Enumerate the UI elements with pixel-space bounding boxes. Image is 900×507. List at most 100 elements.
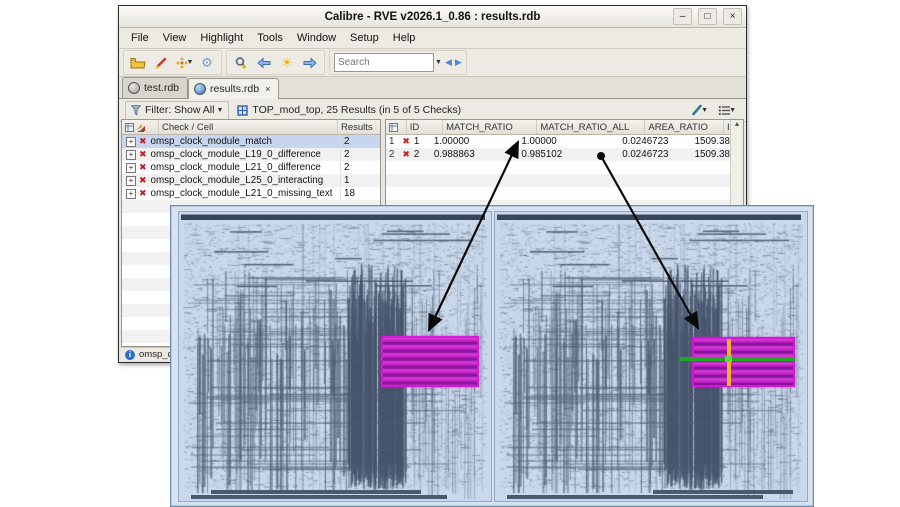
info-icon: i	[125, 349, 135, 360]
layout-view-right[interactable]	[494, 211, 808, 502]
highlight-pen-menu[interactable]: ▼	[691, 104, 708, 116]
row-number: 1	[389, 136, 395, 147]
check-name: omsp_clock_module_L19_0_difference	[150, 149, 321, 160]
result-id: 1	[413, 136, 420, 147]
layout-top-rail	[497, 214, 801, 220]
fail-x-icon: ✖	[139, 149, 147, 159]
menu-highlight[interactable]: Highlight	[194, 30, 249, 46]
fail-x-icon: ✖	[402, 149, 410, 159]
expand-icon[interactable]: +	[126, 149, 136, 160]
arrow-right-icon	[303, 56, 317, 69]
area-ratio-value: 0.0246723	[622, 136, 669, 147]
check-row[interactable]: + ✖ omsp_clock_module_L21_0_missing_text …	[122, 187, 380, 200]
settings-gear-button[interactable]: ⚙	[197, 53, 217, 72]
result-row[interactable]: 1 ✖ 1 1.00000 1.00000 0.0246723 1509.38	[386, 135, 730, 148]
tab-close-icon[interactable]: ×	[265, 84, 270, 94]
expand-icon[interactable]: +	[126, 136, 136, 147]
col-match-ratio[interactable]: MATCH_RATIO	[443, 120, 538, 134]
check-name: omsp_clock_module_match	[150, 136, 272, 147]
area-ratio-value: 0.0246723	[622, 149, 669, 160]
green-marker-line	[680, 357, 795, 361]
pen-menu-caret: ▼	[701, 106, 709, 114]
check-row[interactable]: + ✖ omsp_clock_module_L21_0_difference 2	[122, 161, 380, 174]
maximize-button[interactable]: □	[698, 8, 717, 25]
search-group: ▼ ◀ ▶	[329, 50, 467, 75]
expand-icon[interactable]: +	[126, 162, 136, 173]
menu-window[interactable]: Window	[291, 30, 342, 46]
check-result-count: 2	[340, 149, 380, 160]
yellow-marker-line	[727, 339, 731, 386]
check-name: omsp_clock_module_L25_0_interacting	[150, 175, 324, 186]
layout-top-rail	[181, 214, 485, 220]
check-name: omsp_clock_module_L21_0_difference	[150, 162, 321, 173]
ip-ar-value: 1509.38	[694, 136, 730, 147]
menu-tools[interactable]: Tools	[251, 30, 289, 46]
title-bar[interactable]: Calibre - RVE v2026.1_0.86 : results.rdb…	[119, 6, 746, 28]
open-folder-button[interactable]	[128, 53, 148, 72]
col-area-ratio[interactable]: AREA_RATIO	[645, 120, 724, 134]
check-row[interactable]: + ✖ omsp_clock_module_L25_0_interacting 1	[122, 174, 380, 187]
summary-text: TOP_mod_top, 25 Results (in 5 of 5 Check…	[252, 104, 462, 116]
menu-help[interactable]: Help	[387, 30, 422, 46]
search-next-icon[interactable]: ▶	[455, 57, 462, 68]
sun-icon: ☀	[281, 54, 293, 70]
sort-color-icon	[137, 123, 145, 132]
database-icon	[128, 82, 140, 94]
check-name: omsp_clock_module_L21_0_missing_text	[150, 188, 333, 199]
match-highlight-region[interactable]	[692, 337, 795, 387]
check-result-count: 2	[340, 136, 380, 147]
folder-icon	[130, 57, 146, 68]
highlight-all-button[interactable]: ☀	[277, 53, 297, 72]
prev-result-button[interactable]	[254, 53, 274, 72]
expand-icon[interactable]: +	[126, 188, 136, 199]
ip-ar-value: 1509.38	[694, 149, 730, 160]
fail-x-icon: ✖	[402, 136, 410, 146]
tab-test-rdb[interactable]: test.rdb	[122, 77, 189, 98]
tab-results-rdb[interactable]: results.rdb ×	[188, 78, 280, 99]
filter-label: Filter: Show All	[145, 104, 215, 116]
filter-button[interactable]: Filter: Show All ▼	[125, 100, 230, 120]
view-options-menu[interactable]: ▼	[718, 105, 736, 116]
layout-bottom-rail	[653, 490, 793, 494]
window-title: Calibre - RVE v2026.1_0.86 : results.rdb	[324, 10, 541, 23]
col-results[interactable]: Results	[338, 120, 380, 134]
gear-icon: ⚙	[201, 54, 213, 70]
fail-x-icon: ✖	[139, 162, 147, 172]
table-corner-icon-cell[interactable]	[386, 120, 407, 134]
cell-cube-icon	[237, 104, 249, 116]
col-id[interactable]: ID	[407, 120, 444, 134]
menu-view[interactable]: View	[157, 30, 193, 46]
result-id: 2	[413, 149, 420, 160]
highlight-pen-button[interactable]	[151, 53, 171, 72]
search-prev-icon[interactable]: ◀	[445, 57, 452, 68]
check-result-count: 18	[340, 188, 380, 199]
zoom-highlight-button[interactable]: ▼	[174, 53, 194, 72]
check-row[interactable]: + ✖ omsp_clock_module_match 2	[122, 135, 380, 148]
result-row[interactable]: 2 ✖ 2 0.988863 0.985102 0.0246723 1509.38	[386, 148, 730, 161]
col-match-ratio-all[interactable]: MATCH_RATIO_ALL	[537, 120, 646, 134]
layout-view-left[interactable]	[178, 211, 492, 502]
check-result-count: 1	[340, 175, 380, 186]
menu-file[interactable]: File	[125, 30, 155, 46]
expand-icon[interactable]: +	[126, 175, 136, 186]
tab-bar: test.rdb results.rdb ×	[119, 77, 746, 99]
menu-setup[interactable]: Setup	[344, 30, 385, 46]
grid-icon	[389, 122, 398, 132]
next-result-button[interactable]	[300, 53, 320, 72]
match-highlight-region[interactable]	[381, 336, 479, 387]
check-row[interactable]: + ✖ omsp_clock_module_L19_0_difference 2	[122, 148, 380, 161]
zoom-settings-button[interactable]	[231, 53, 251, 72]
search-dropdown-caret[interactable]: ▼	[435, 59, 442, 66]
scroll-up-icon[interactable]: ▲	[734, 121, 741, 128]
tree-header-icons[interactable]	[122, 120, 159, 134]
match-ratio-value: 1.00000	[433, 136, 470, 147]
col-check-cell[interactable]: Check / Cell	[159, 120, 338, 134]
layout-viewer	[170, 205, 814, 507]
match-ratio-value: 0.988863	[433, 149, 475, 160]
menu-bar: File View Highlight Tools Window Setup H…	[119, 28, 746, 49]
toolbar: ▼ ⚙ ☀ Search ▼ ◀ ▶	[119, 49, 746, 77]
funnel-icon	[131, 104, 141, 116]
search-input[interactable]	[334, 53, 434, 72]
minimize-button[interactable]: –	[673, 8, 692, 25]
close-button[interactable]: ×	[723, 8, 742, 25]
